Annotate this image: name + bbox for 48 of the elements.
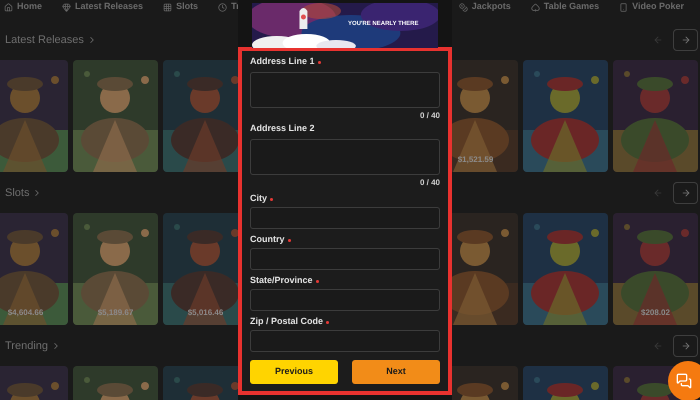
field-label: State/Province bbox=[250, 274, 313, 288]
text-area[interactable] bbox=[250, 72, 440, 108]
chat-button[interactable] bbox=[668, 361, 700, 400]
gem-icon bbox=[62, 2, 72, 12]
nav-link[interactable]: Jackpots bbox=[458, 0, 511, 14]
arrow-left-icon bbox=[653, 341, 663, 351]
chat-icon bbox=[676, 373, 692, 389]
next-arrow-button[interactable] bbox=[673, 182, 698, 204]
arrow-left-icon bbox=[653, 188, 663, 198]
nav-link[interactable]: Latest Releases bbox=[62, 0, 144, 14]
next-button[interactable]: Next bbox=[352, 360, 440, 384]
clock-icon bbox=[218, 2, 228, 12]
jackpot-amount: $4,604.66 bbox=[6, 307, 44, 319]
next-arrow-button[interactable] bbox=[673, 29, 698, 51]
character-counter: 0 / 40 bbox=[420, 178, 440, 188]
previous-button[interactable]: Previous bbox=[250, 360, 338, 384]
section-title[interactable]: Latest Releases bbox=[5, 32, 97, 48]
input-field[interactable] bbox=[250, 289, 440, 311]
arrow-right-icon bbox=[680, 341, 690, 351]
field-label: City bbox=[250, 192, 268, 206]
section-title[interactable]: Trending bbox=[5, 338, 62, 354]
house-icon bbox=[4, 2, 13, 12]
jackpot-amount: $5,016.46 bbox=[186, 307, 224, 319]
phone-icon bbox=[619, 2, 628, 12]
field-label: Address Line 1 bbox=[250, 55, 315, 68]
jackpot-amount: $5,189.67 bbox=[96, 307, 134, 319]
jackpot-amount: $1,521.59 bbox=[456, 154, 494, 166]
section-title[interactable]: Slots bbox=[5, 184, 42, 202]
field-label: Country bbox=[250, 233, 284, 246]
arrow-right-icon bbox=[680, 188, 690, 198]
field-label: Zip / Postal Code bbox=[250, 315, 324, 328]
grid-icon bbox=[163, 2, 172, 12]
field-label: Address Line 2 bbox=[250, 122, 315, 136]
text-area[interactable] bbox=[250, 139, 440, 175]
nav-link[interactable]: Slots bbox=[163, 0, 198, 14]
jackpot-amount: $208.02 bbox=[640, 307, 671, 319]
arrow-left-icon bbox=[653, 35, 663, 45]
spade-icon bbox=[530, 2, 540, 12]
nav-link[interactable]: Home bbox=[4, 0, 42, 14]
next-arrow-button[interactable] bbox=[673, 335, 698, 357]
input-field[interactable] bbox=[250, 207, 440, 229]
arrow-right-icon bbox=[680, 35, 690, 45]
nav-link[interactable]: Table Games bbox=[530, 0, 600, 14]
input-field[interactable] bbox=[250, 248, 440, 270]
input-field[interactable] bbox=[250, 330, 440, 352]
nav-link[interactable]: Video Poker bbox=[619, 0, 684, 14]
character-counter: 0 / 40 bbox=[420, 111, 440, 121]
coins-icon bbox=[458, 2, 468, 12]
